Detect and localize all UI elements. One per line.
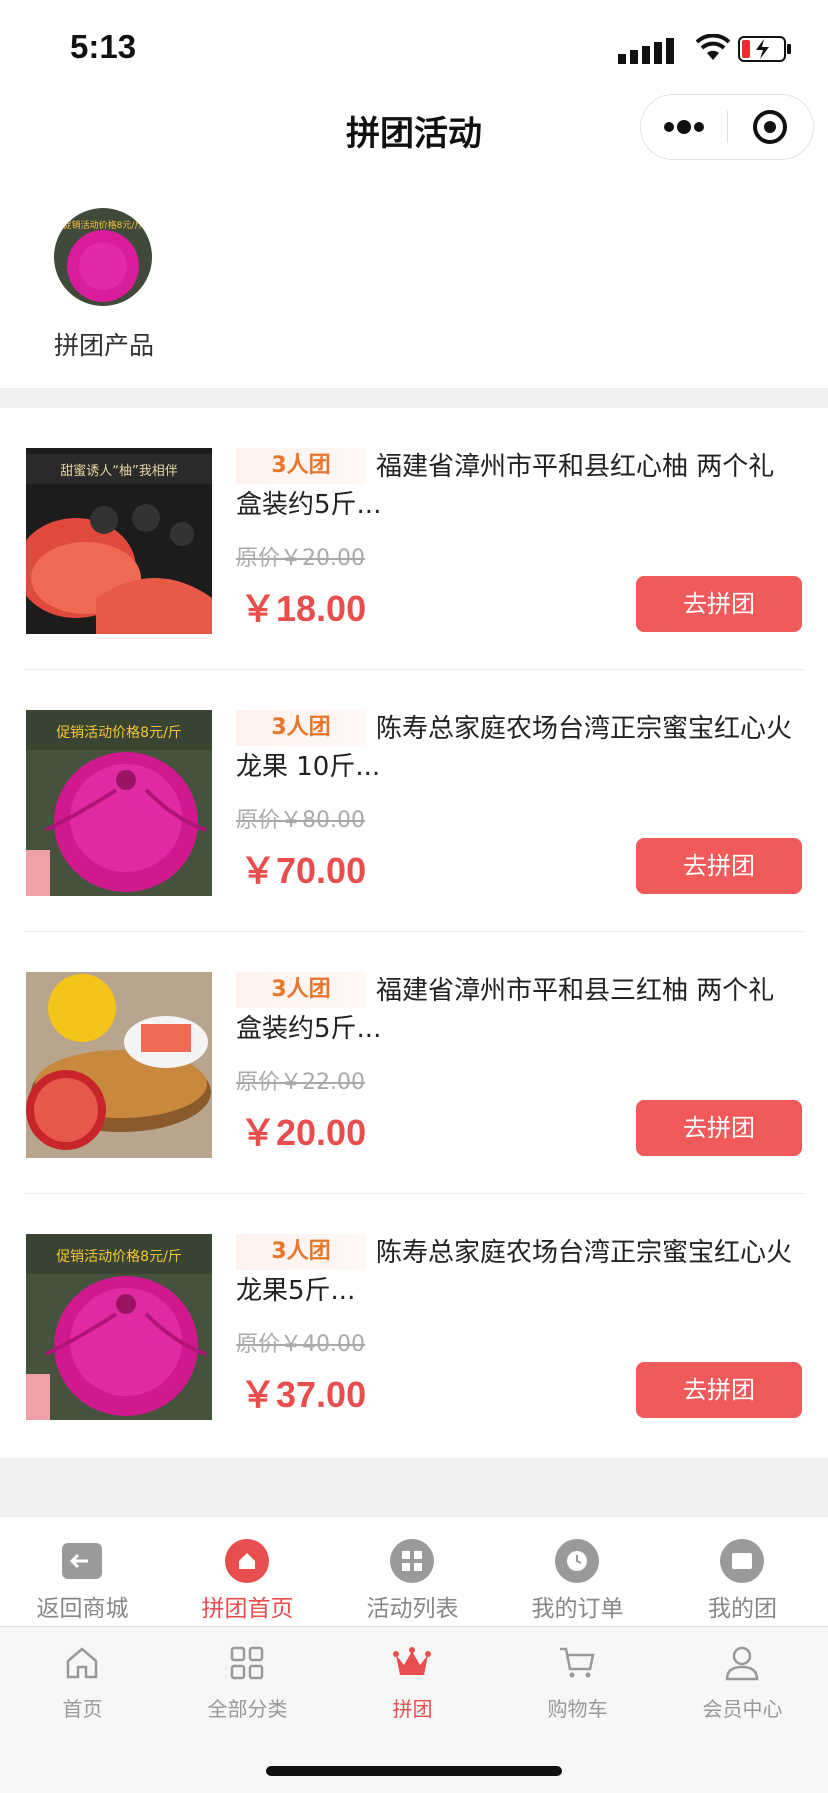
tab-label: 拼团 bbox=[392, 1697, 433, 1721]
group-size-badge: 3人团 bbox=[236, 1234, 366, 1270]
join-group-button[interactable]: 去拼团 bbox=[636, 1362, 802, 1418]
category-icon bbox=[230, 1646, 264, 1680]
wallet-icon bbox=[720, 1539, 764, 1583]
miniprogram-capsule bbox=[640, 94, 814, 160]
target-icon bbox=[753, 110, 787, 144]
join-group-button[interactable]: 去拼团 bbox=[636, 838, 802, 894]
tab-cart[interactable]: 购物车 bbox=[495, 1627, 660, 1737]
original-price: 原价￥80.00 bbox=[236, 808, 365, 833]
product-item[interactable]: 福建省漳州市平和县三红柚 两个礼盒装约5斤... 3人团 原价￥22.00 ￥2… bbox=[0, 932, 828, 1194]
svg-text:促销活动价格8元/斤: 促销活动价格8元/斤 bbox=[63, 219, 144, 231]
tab-label: 活动列表 bbox=[366, 1596, 459, 1622]
battery-icon bbox=[738, 36, 791, 62]
tab-all-categories[interactable]: 全部分类 bbox=[165, 1627, 330, 1737]
category-label: 拼团产品 bbox=[53, 331, 154, 360]
more-button[interactable] bbox=[641, 95, 727, 159]
status-bar: 5:13 bbox=[0, 0, 828, 100]
category-image: 促销活动价格8元/斤 bbox=[54, 208, 152, 306]
tab-label: 拼团首页 bbox=[201, 1596, 294, 1622]
join-group-button[interactable]: 去拼团 bbox=[636, 1100, 802, 1156]
product-image-grapefruit bbox=[26, 972, 212, 1158]
cart-icon bbox=[560, 1647, 595, 1678]
group-size-badge: 3人团 bbox=[236, 448, 366, 484]
tab-back-to-mall[interactable]: 返回商城 bbox=[0, 1517, 165, 1627]
status-icons bbox=[618, 30, 798, 70]
tab-label: 返回商城 bbox=[36, 1596, 129, 1622]
original-price: 原价￥40.00 bbox=[236, 1332, 365, 1357]
tab-label: 首页 bbox=[62, 1697, 103, 1721]
group-price: ￥18.00 bbox=[240, 588, 367, 629]
grid-icon bbox=[390, 1539, 434, 1583]
list-footer-gap bbox=[0, 1458, 828, 1516]
group-size-badge: 3人团 bbox=[236, 972, 366, 1008]
group-tab-bar: 返回商城 拼团首页 活动列表 我的订单 我的团 bbox=[0, 1516, 828, 1627]
tab-label: 会员中心 bbox=[702, 1697, 783, 1721]
tab-label: 我的团 bbox=[708, 1596, 777, 1622]
product-item[interactable]: 促销活动价格8元/斤 陈寿总家庭农场台湾正宗蜜宝红心火龙果 10斤... 3人团… bbox=[0, 670, 828, 932]
crown-icon bbox=[393, 1647, 431, 1675]
product-item[interactable]: 甜蜜诱人“柚”我相伴 福建省漳州市平和县红心柚 两个礼盒装约5斤... 3人团 … bbox=[0, 408, 828, 670]
home-indicator bbox=[266, 1766, 562, 1776]
home-outline-icon bbox=[66, 1647, 98, 1679]
tab-label: 全部分类 bbox=[207, 1697, 288, 1721]
product-image-pomelo: 甜蜜诱人“柚”我相伴 bbox=[26, 448, 212, 634]
tab-my-orders[interactable]: 我的订单 bbox=[495, 1517, 660, 1627]
tab-label: 购物车 bbox=[547, 1697, 608, 1721]
wifi-icon bbox=[696, 34, 730, 60]
original-price: 原价￥20.00 bbox=[236, 546, 365, 571]
group-price: ￥70.00 bbox=[240, 850, 367, 891]
tab-home[interactable]: 首页 bbox=[0, 1627, 165, 1737]
nav-header: 拼团活动 bbox=[0, 90, 828, 170]
tab-member-center[interactable]: 会员中心 bbox=[660, 1627, 825, 1737]
svg-text:促销活动价格8元/斤: 促销活动价格8元/斤 bbox=[56, 725, 182, 741]
close-miniprogram-button[interactable] bbox=[728, 95, 813, 159]
home-icon bbox=[225, 1539, 269, 1583]
svg-text:甜蜜诱人“柚”我相伴: 甜蜜诱人“柚”我相伴 bbox=[60, 463, 177, 479]
product-list: 甜蜜诱人“柚”我相伴 福建省漳州市平和县红心柚 两个礼盒装约5斤... 3人团 … bbox=[0, 408, 828, 1458]
join-group-button[interactable]: 去拼团 bbox=[636, 576, 802, 632]
user-icon bbox=[725, 1646, 759, 1681]
original-price: 原价￥22.00 bbox=[236, 1070, 365, 1095]
tab-my-groups[interactable]: 我的团 bbox=[660, 1517, 825, 1627]
product-image-dragonfruit: 促销活动价格8元/斤 bbox=[26, 1234, 212, 1420]
group-price: ￥20.00 bbox=[240, 1112, 367, 1153]
tab-group-home[interactable]: 拼团首页 bbox=[165, 1517, 330, 1627]
more-icon bbox=[664, 120, 704, 134]
group-price: ￥37.00 bbox=[240, 1374, 367, 1415]
status-time: 5:13 bbox=[70, 28, 137, 65]
tab-group-buy[interactable]: 拼团 bbox=[330, 1627, 495, 1737]
product-image-dragonfruit: 促销活动价格8元/斤 bbox=[26, 710, 212, 896]
category-group-products[interactable]: 促销活动价格8元/斤 拼团产品 bbox=[46, 208, 166, 360]
product-item[interactable]: 促销活动价格8元/斤 陈寿总家庭农场台湾正宗蜜宝红心火龙果5斤... 3人团 原… bbox=[0, 1194, 828, 1456]
group-size-badge: 3人团 bbox=[236, 710, 366, 746]
exit-icon bbox=[62, 1543, 102, 1579]
tab-activity-list[interactable]: 活动列表 bbox=[330, 1517, 495, 1627]
signal-icon bbox=[618, 38, 674, 64]
section-divider bbox=[0, 388, 828, 408]
clock-icon bbox=[555, 1539, 599, 1583]
tab-label: 我的订单 bbox=[531, 1596, 624, 1622]
svg-text:促销活动价格8元/斤: 促销活动价格8元/斤 bbox=[56, 1249, 182, 1265]
